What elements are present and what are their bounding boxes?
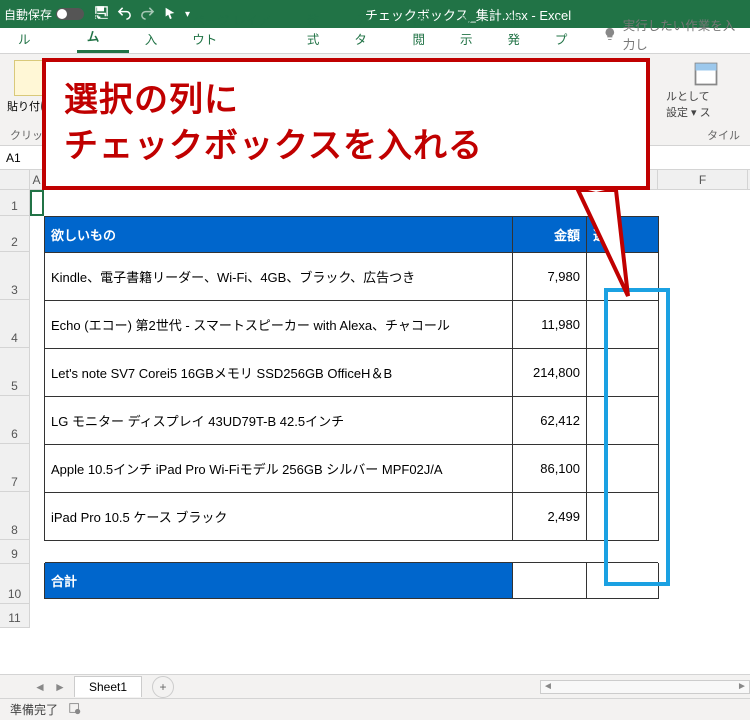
row-header-9[interactable]: 9 [0,540,29,564]
bulb-icon [603,26,617,42]
tab-review[interactable]: 校閲 [403,6,444,53]
cellstyle-l1: ルとして [666,88,746,104]
cell-desc[interactable]: Apple 10.5インチ iPad Pro Wi-Fiモデル 256GB シル… [45,445,513,493]
redo-icon[interactable] [140,5,155,23]
row-header-11[interactable]: 11 [0,604,29,628]
th-desc[interactable]: 欲しいもの [45,217,513,253]
wishlist-table: 欲しいもの 金額 選択 Kindle、電子書籍リーダー、Wi-Fi、4GB、ブラ… [44,216,659,599]
callout-line2: チェックボックスを入れる [64,124,483,170]
row-header-3[interactable]: 3 [0,252,29,300]
row-header-5[interactable]: 5 [0,348,29,396]
row-header-8[interactable]: 8 [0,492,29,540]
tab-help[interactable]: ヘルプ [545,6,597,53]
cell-select[interactable] [587,349,659,397]
status-bar: 準備完了 [0,698,750,720]
sheet-tab-bar: ◄ ► Sheet1 + ◄ ► [0,674,750,698]
cell-amount[interactable]: 2,499 [513,493,587,541]
add-sheet-button[interactable]: + [152,676,174,698]
cell-amount[interactable]: 86,100 [513,445,587,493]
horizontal-scrollbar[interactable]: ◄ ► [540,680,750,694]
row-header-2[interactable]: 2 [0,216,29,252]
cell-styles-fragment[interactable]: ルとして 設定 ▾ ス [666,60,746,120]
styles-group-label: タイル [707,127,740,143]
tab-formulas[interactable]: 数式 [297,6,338,53]
active-cell-outline [30,190,44,216]
cell-desc[interactable]: iPad Pro 10.5 ケース ブラック [45,493,513,541]
table-row[interactable]: LG モニター ディスプレイ 43UD79T-B 42.5インチ 62,412 [45,397,659,445]
name-box[interactable]: A1 [0,146,46,169]
sheet-nav-prev[interactable]: ◄ [30,680,50,694]
total-select[interactable] [587,563,659,599]
tell-me-label: 実行したい作業を入力し [623,15,740,53]
cell-desc[interactable]: Let's note SV7 Corei5 16GBメモリ SSD256GB O… [45,349,513,397]
tell-me[interactable]: 実行したい作業を入力し [603,15,750,53]
scroll-right-icon[interactable]: ► [735,681,749,692]
cell-amount[interactable]: 214,800 [513,349,587,397]
tab-home[interactable]: ホーム [77,3,129,53]
table-row[interactable]: iPad Pro 10.5 ケース ブラック 2,499 [45,493,659,541]
table-row[interactable]: Echo (エコー) 第2世代 - スマートスピーカー with Alexa、チ… [45,301,659,349]
status-ready: 準備完了 [10,701,58,718]
cell-select[interactable] [587,397,659,445]
select-all-corner[interactable] [0,170,30,189]
table-row[interactable]: Let's note SV7 Corei5 16GBメモリ SSD256GB O… [45,349,659,397]
table-row[interactable]: Apple 10.5インチ iPad Pro Wi-Fiモデル 256GB シル… [45,445,659,493]
row-header-1[interactable]: 1 [0,190,29,216]
scroll-left-icon[interactable]: ◄ [541,681,555,692]
cell-desc[interactable]: Kindle、電子書籍リーダー、Wi-Fi、4GB、ブラック、広告つき [45,253,513,301]
row-header-7[interactable]: 7 [0,444,29,492]
row-headers: 1 2 3 4 5 6 7 8 9 10 11 [0,190,30,628]
total-label[interactable]: 合計 [45,563,513,599]
tab-developer[interactable]: 開発 [497,6,538,53]
ribbon-tabs: ファイル ホーム 挿入 ページ レイアウト 数式 データ 校閲 表示 開発 ヘル… [0,28,750,54]
cell-amount[interactable]: 62,412 [513,397,587,445]
table-row[interactable]: Kindle、電子書籍リーダー、Wi-Fi、4GB、ブラック、広告つき 7,98… [45,253,659,301]
row-header-4[interactable]: 4 [0,300,29,348]
cell-desc[interactable]: LG モニター ディスプレイ 43UD79T-B 42.5インチ [45,397,513,445]
row-header-10[interactable]: 10 [0,564,29,604]
total-row[interactable]: 合計 [45,563,659,599]
autosave-pill[interactable] [56,8,84,20]
total-value[interactable] [513,563,587,599]
macro-record-icon[interactable] [68,701,82,718]
tab-data[interactable]: データ [344,6,396,53]
tab-view[interactable]: 表示 [450,6,491,53]
callout-tail-icon [568,182,668,312]
row-header-6[interactable]: 6 [0,396,29,444]
paste-icon [14,60,44,96]
cell-select[interactable] [587,493,659,541]
cell-desc[interactable]: Echo (エコー) 第2世代 - スマートスピーカー with Alexa、チ… [45,301,513,349]
tab-page-layout[interactable]: ページ レイアウト [182,6,291,53]
col-header-f[interactable]: F [658,170,748,189]
annotation-callout: 選択の列に チェックボックスを入れる [42,58,650,190]
cellstyle-l2: 設定 ▾ ス [666,104,746,120]
cell-select[interactable] [587,445,659,493]
callout-line1: 選択の列に [64,78,483,124]
sheet-nav-next[interactable]: ► [50,680,70,694]
sheet-tab[interactable]: Sheet1 [74,676,142,697]
